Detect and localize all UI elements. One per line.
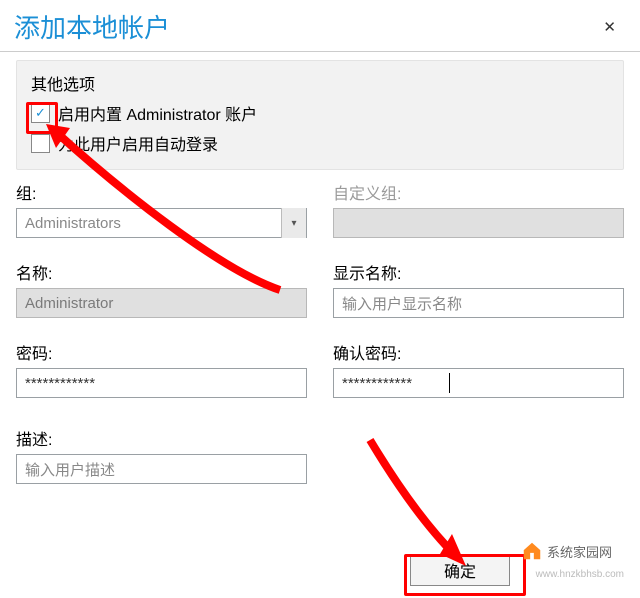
watermark: 系统家园网 bbox=[521, 540, 612, 562]
house-icon bbox=[521, 540, 543, 562]
ok-button[interactable]: 确定 bbox=[410, 554, 510, 586]
other-options-panel: 其他选项 启用内置 Administrator 账户 为此用户启用自动登录 bbox=[16, 60, 624, 170]
group-field: 组: Administrators ▾ bbox=[16, 180, 307, 238]
custom-group-input bbox=[333, 208, 624, 238]
name-field: 名称: Administrator bbox=[16, 260, 307, 318]
group-label: 组: bbox=[16, 180, 307, 204]
confirm-password-value: ************ bbox=[342, 375, 412, 392]
display-name-input[interactable]: 输入用户显示名称 bbox=[333, 288, 624, 318]
display-name-label: 显示名称: bbox=[333, 260, 624, 284]
ok-button-label: 确定 bbox=[444, 558, 476, 582]
auto-login-checkbox[interactable] bbox=[31, 134, 50, 153]
name-label: 名称: bbox=[16, 260, 307, 284]
add-local-account-dialog: { "title": "添加本地帐户", "close_glyph": "✕",… bbox=[0, 0, 640, 598]
group-value: Administrators bbox=[25, 215, 121, 232]
name-input: Administrator bbox=[16, 288, 307, 318]
dialog-title: 添加本地帐户 bbox=[14, 8, 170, 45]
auto-login-option[interactable]: 为此用户启用自动登录 bbox=[31, 131, 609, 155]
auto-login-label: 为此用户启用自动登录 bbox=[58, 131, 218, 155]
confirm-password-input[interactable]: ************ bbox=[333, 368, 624, 398]
chevron-down-icon: ▾ bbox=[281, 208, 306, 238]
description-label: 描述: bbox=[16, 426, 307, 450]
confirm-password-label: 确认密码: bbox=[333, 340, 624, 364]
panel-label: 其他选项 bbox=[31, 71, 609, 95]
group-select[interactable]: Administrators ▾ bbox=[16, 208, 307, 238]
password-input[interactable]: ************ bbox=[16, 368, 307, 398]
description-field: 描述: 输入用户描述 bbox=[16, 426, 307, 484]
watermark-url: www.hnzkbhsb.com bbox=[536, 569, 624, 580]
display-name-field: 显示名称: 输入用户显示名称 bbox=[333, 260, 624, 318]
display-name-placeholder: 输入用户显示名称 bbox=[342, 293, 462, 314]
custom-group-field: 自定义组: bbox=[333, 180, 624, 238]
confirm-password-field: 确认密码: ************ bbox=[333, 340, 624, 398]
enable-admin-checkbox[interactable] bbox=[31, 104, 50, 123]
watermark-text: 系统家园网 bbox=[547, 542, 612, 561]
text-caret bbox=[449, 373, 450, 393]
password-label: 密码: bbox=[16, 340, 307, 364]
divider bbox=[0, 51, 640, 52]
title-bar: 添加本地帐户 ✕ bbox=[0, 0, 640, 51]
name-value: Administrator bbox=[25, 295, 113, 312]
description-input[interactable]: 输入用户描述 bbox=[16, 454, 307, 484]
enable-admin-label: 启用内置 Administrator 账户 bbox=[58, 101, 257, 125]
description-placeholder: 输入用户描述 bbox=[25, 459, 115, 480]
form-body: 组: Administrators ▾ 自定义组: 名称: Administra… bbox=[0, 180, 640, 484]
password-field: 密码: ************ bbox=[16, 340, 307, 398]
enable-admin-option[interactable]: 启用内置 Administrator 账户 bbox=[31, 101, 609, 125]
custom-group-label: 自定义组: bbox=[333, 180, 624, 204]
password-value: ************ bbox=[25, 375, 95, 392]
close-icon[interactable]: ✕ bbox=[597, 14, 622, 40]
